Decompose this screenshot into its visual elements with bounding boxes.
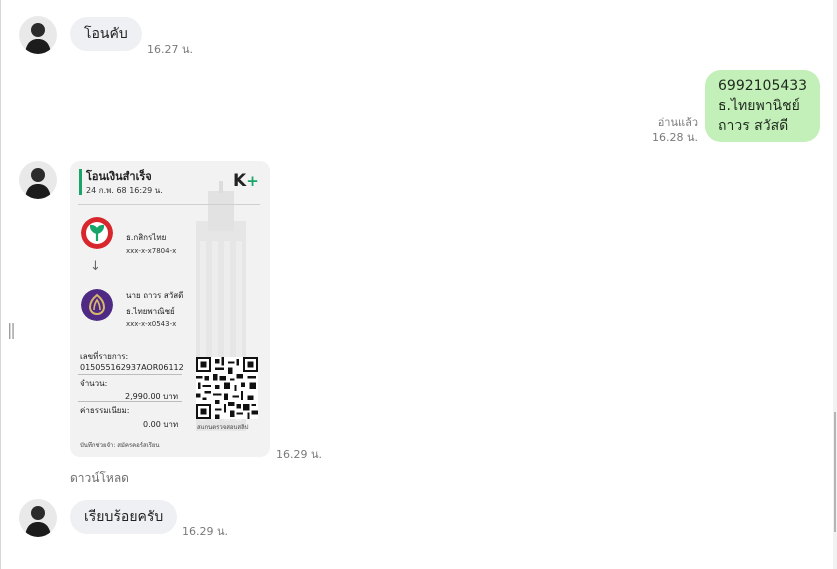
- fee-label: ค่าธรรมเนียม:: [80, 406, 130, 415]
- avatar-photo: [19, 16, 57, 54]
- download-link[interactable]: ดาวน์โหลด: [70, 469, 129, 488]
- message-time: 16.29 น.: [182, 525, 229, 538]
- to-bank: ธ.ไทยพาณิชย์: [126, 307, 175, 316]
- qr-caption: สแกนตรวจสอบสลิป: [197, 424, 249, 431]
- to-name: นาย ถาวร สวัสดี: [126, 291, 184, 300]
- message-line: 6992105433: [718, 78, 808, 94]
- qr-code-icon: [196, 357, 258, 419]
- kbank-logo-icon: [81, 217, 113, 249]
- from-account: xxx-x-x7804-x: [126, 247, 177, 255]
- divider: [78, 204, 260, 205]
- avatar[interactable]: [19, 161, 57, 199]
- message-line: ถาวร สวัสดี: [718, 118, 789, 134]
- chat-scrollbar[interactable]: [833, 0, 837, 569]
- arrow-down-icon: ↓: [90, 259, 101, 274]
- message-bubble-incoming[interactable]: เรียบร้อยครับ: [70, 500, 178, 534]
- read-status: อ่านแล้ว 16.28 น.: [640, 115, 698, 145]
- ref-value: 015055162937AOR06112: [80, 363, 184, 372]
- from-bank: ธ.กสิกรไทย: [126, 233, 167, 242]
- message-time: 16.28 น.: [651, 131, 698, 144]
- read-status-label: อ่านแล้ว: [657, 116, 698, 129]
- divider: [78, 401, 182, 402]
- resize-handle-icon[interactable]: ||: [7, 320, 16, 339]
- ref-label: เลขที่รายการ:: [80, 352, 129, 361]
- scrollbar-thumb[interactable]: [834, 412, 836, 532]
- message-line: ธ.ไทยพานิชย์: [718, 98, 800, 114]
- kplus-k: K: [233, 171, 247, 191]
- title-accent: [79, 169, 82, 195]
- avatar[interactable]: [19, 499, 57, 537]
- chat-left-border: [0, 0, 1, 569]
- message-time: 16.27 น.: [147, 43, 194, 56]
- message-bubble-outgoing[interactable]: 6992105433 ธ.ไทยพานิชย์ ถาวร สวัสดี: [705, 70, 821, 142]
- message-bubble-incoming[interactable]: โอนคับ: [70, 17, 142, 51]
- fee-value: 0.00 บาท: [143, 420, 179, 429]
- avatar-photo: [19, 499, 57, 537]
- kplus-logo: K+: [233, 171, 259, 191]
- amount-label: จำนวน:: [80, 379, 108, 388]
- scb-logo-icon: [81, 289, 113, 321]
- avatar[interactable]: [19, 16, 57, 54]
- to-account: xxx-x-x0543-x: [126, 320, 177, 328]
- slip-memo: บันทึกช่วยจำ: สมัครคอร์สเรียน: [80, 442, 160, 449]
- slip-date: 24 ก.พ. 68 16:29 น.: [86, 186, 163, 195]
- slip-title: โอนเงินสำเร็จ: [86, 170, 152, 183]
- message-time: 16.29 น.: [276, 448, 323, 461]
- divider: [78, 374, 182, 375]
- transfer-slip-image[interactable]: โอนเงินสำเร็จ 24 ก.พ. 68 16:29 น. K+ ธ.ก…: [70, 161, 270, 457]
- avatar-photo: [19, 161, 57, 199]
- kplus-plus: +: [246, 172, 259, 190]
